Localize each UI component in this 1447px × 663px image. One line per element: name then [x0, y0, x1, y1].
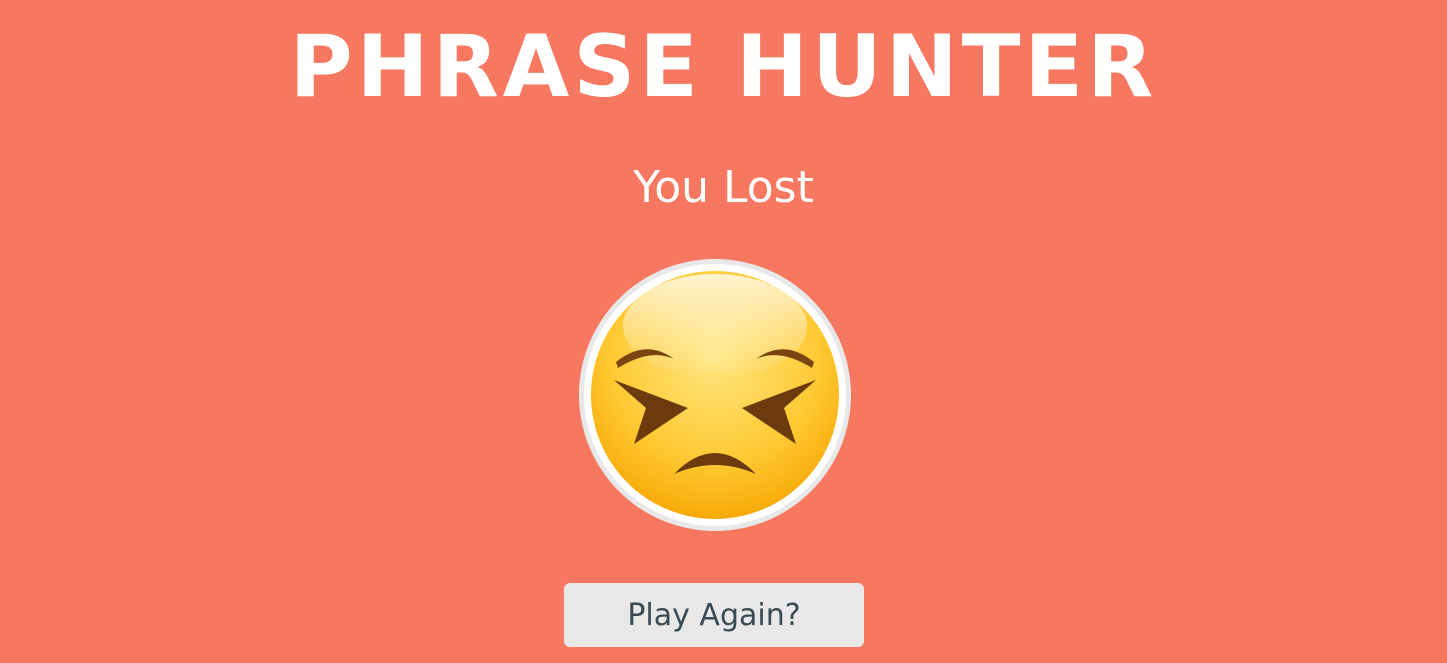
game-title: PHRASE HUNTER: [289, 17, 1158, 117]
persevering-face-icon: [576, 256, 854, 534]
result-message: You Lost: [633, 162, 814, 213]
play-again-button[interactable]: Play Again?: [564, 583, 864, 647]
game-over-overlay: PHRASE HUNTER You Lost Play Again?: [0, 0, 1447, 663]
